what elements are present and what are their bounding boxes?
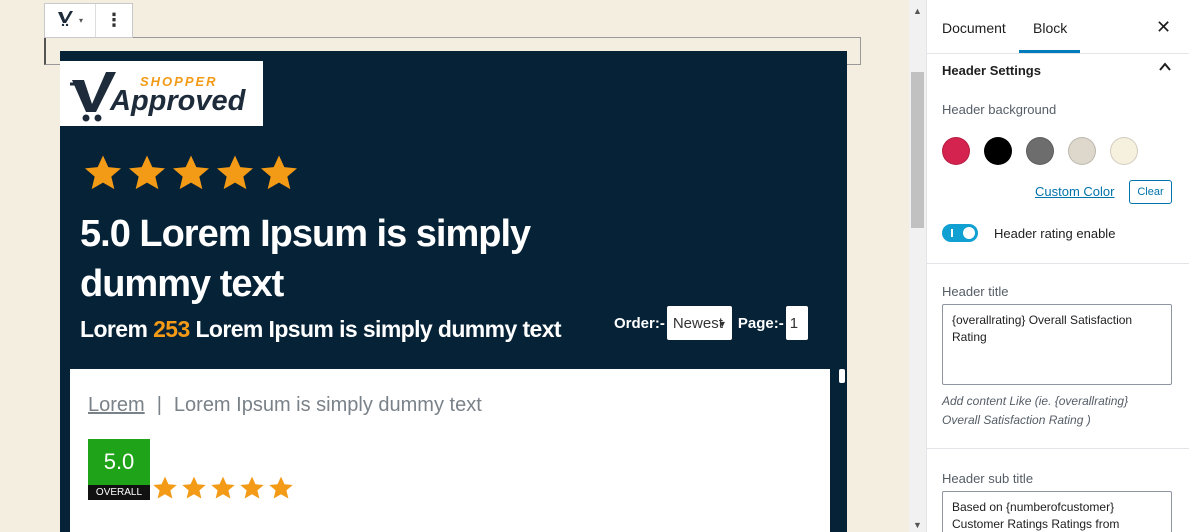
logo-mark: SHOPPER Approved (70, 71, 247, 121)
header-subtitle-label: Header sub title (942, 471, 1034, 486)
active-tab-indicator (1019, 50, 1080, 53)
swatch-gray[interactable] (1026, 137, 1054, 165)
sidebar-tabs: Document Block ✕ (927, 0, 1189, 54)
canvas-scrollbar[interactable]: ▲ ▼ (909, 0, 926, 532)
star-icon (211, 476, 235, 499)
score-value: 5.0 (88, 439, 150, 485)
scrollbar-thumb[interactable] (839, 369, 845, 383)
review-count: 253 (153, 316, 190, 342)
toggle-on-icon (951, 229, 953, 237)
shopper-approved-logo: SHOPPER Approved (60, 61, 263, 126)
review-list-scrollbar[interactable] (838, 369, 846, 532)
subtitle-prefix: Lorem (80, 316, 154, 342)
block-type-button[interactable]: ▾ (45, 4, 96, 37)
swatch-crimson[interactable] (942, 137, 970, 165)
separator: | (156, 394, 162, 416)
scroll-down-icon[interactable]: ▼ (913, 520, 922, 530)
header-title-label: Header title (942, 284, 1009, 299)
header-rating-toggle-label: Header rating enable (994, 226, 1116, 241)
review-rating-stars (152, 475, 294, 501)
header-subtitle-textarea[interactable]: Based on {numberofcustomer} Customer Rat… (942, 491, 1172, 532)
settings-sidebar: Document Block ✕ Header Settings Header … (926, 0, 1189, 532)
chevron-down-icon: ▾ (78, 16, 83, 25)
shopper-approved-widget: SHOPPER Approved 5.0 Lorem Ipsum is simp… (60, 51, 847, 532)
editor-canvas: ▾ ⋮ SHOPPER Approved 5.0 Lorem Ipsum is … (0, 0, 909, 532)
star-icon (269, 476, 293, 499)
header-background-label: Header background (942, 102, 1057, 117)
swatch-black[interactable] (984, 137, 1012, 165)
clear-button[interactable]: Clear (1129, 180, 1172, 204)
order-label: Order:- (614, 314, 665, 332)
header-title-help: Add content Like (ie. {overallrating} Ov… (942, 394, 1129, 427)
star-icon (240, 476, 264, 499)
star-icon (173, 155, 209, 190)
block-toolbar: ▾ ⋮ (44, 3, 133, 38)
header-subtitle: Lorem 253 Lorem Ipsum is simply dummy te… (80, 316, 562, 343)
review-header: Lorem | Lorem Ipsum is simply dummy text (88, 394, 482, 417)
star-icon (153, 476, 177, 499)
chevron-up-icon[interactable] (1158, 60, 1172, 79)
color-palette (942, 137, 1138, 165)
divider (927, 448, 1189, 449)
sort-controls: Order:- Newest ▼ Page:- 1 (614, 306, 808, 340)
header-rating-toggle[interactable] (942, 224, 978, 242)
shopper-approved-block-icon (57, 10, 75, 31)
page-label: Page:- (737, 314, 784, 332)
swatch-light-beige[interactable] (1068, 137, 1096, 165)
scrollbar-thumb[interactable] (911, 72, 924, 228)
page-select-value: 1 (789, 314, 799, 332)
scroll-up-icon[interactable]: ▲ (913, 6, 922, 16)
star-icon (129, 155, 165, 190)
order-select[interactable]: Newest ▼ (666, 306, 732, 340)
tab-block[interactable]: Block (1033, 20, 1067, 36)
subtitle-suffix: Lorem Ipsum is simply dummy text (189, 316, 561, 342)
header-title: 5.0 Lorem Ipsum is simply dummy text (80, 213, 531, 305)
divider (927, 263, 1189, 264)
close-icon[interactable]: ✕ (1156, 17, 1171, 38)
star-icon (85, 155, 121, 190)
reviewer-link[interactable]: Lorem (88, 394, 145, 417)
logo-brand-main: Approved (109, 85, 247, 117)
header-rating-stars (83, 153, 299, 193)
review-text: Lorem Ipsum is simply dummy text (173, 394, 482, 416)
review-card: Lorem | Lorem Ipsum is simply dummy text… (70, 369, 830, 532)
page-select[interactable]: 1 (785, 306, 808, 340)
more-vertical-icon: ⋮ (105, 10, 123, 30)
swatch-cream[interactable] (1110, 137, 1138, 165)
star-icon (217, 155, 253, 190)
star-icon (261, 155, 297, 190)
tab-document[interactable]: Document (942, 20, 1006, 36)
chevron-down-icon: ▼ (717, 319, 727, 329)
panel-title[interactable]: Header Settings (942, 63, 1041, 78)
header-title-textarea[interactable]: {overallrating} Overall Satisfaction Rat… (942, 304, 1172, 385)
star-icon (182, 476, 206, 499)
custom-color-link[interactable]: Custom Color (1035, 184, 1114, 199)
order-select-value: Newest (672, 314, 723, 332)
score-label: OVERALL (88, 485, 150, 500)
toggle-knob (963, 227, 975, 239)
more-options-button[interactable]: ⋮ (96, 4, 132, 37)
overall-score-badge: 5.0 OVERALL (88, 439, 150, 500)
